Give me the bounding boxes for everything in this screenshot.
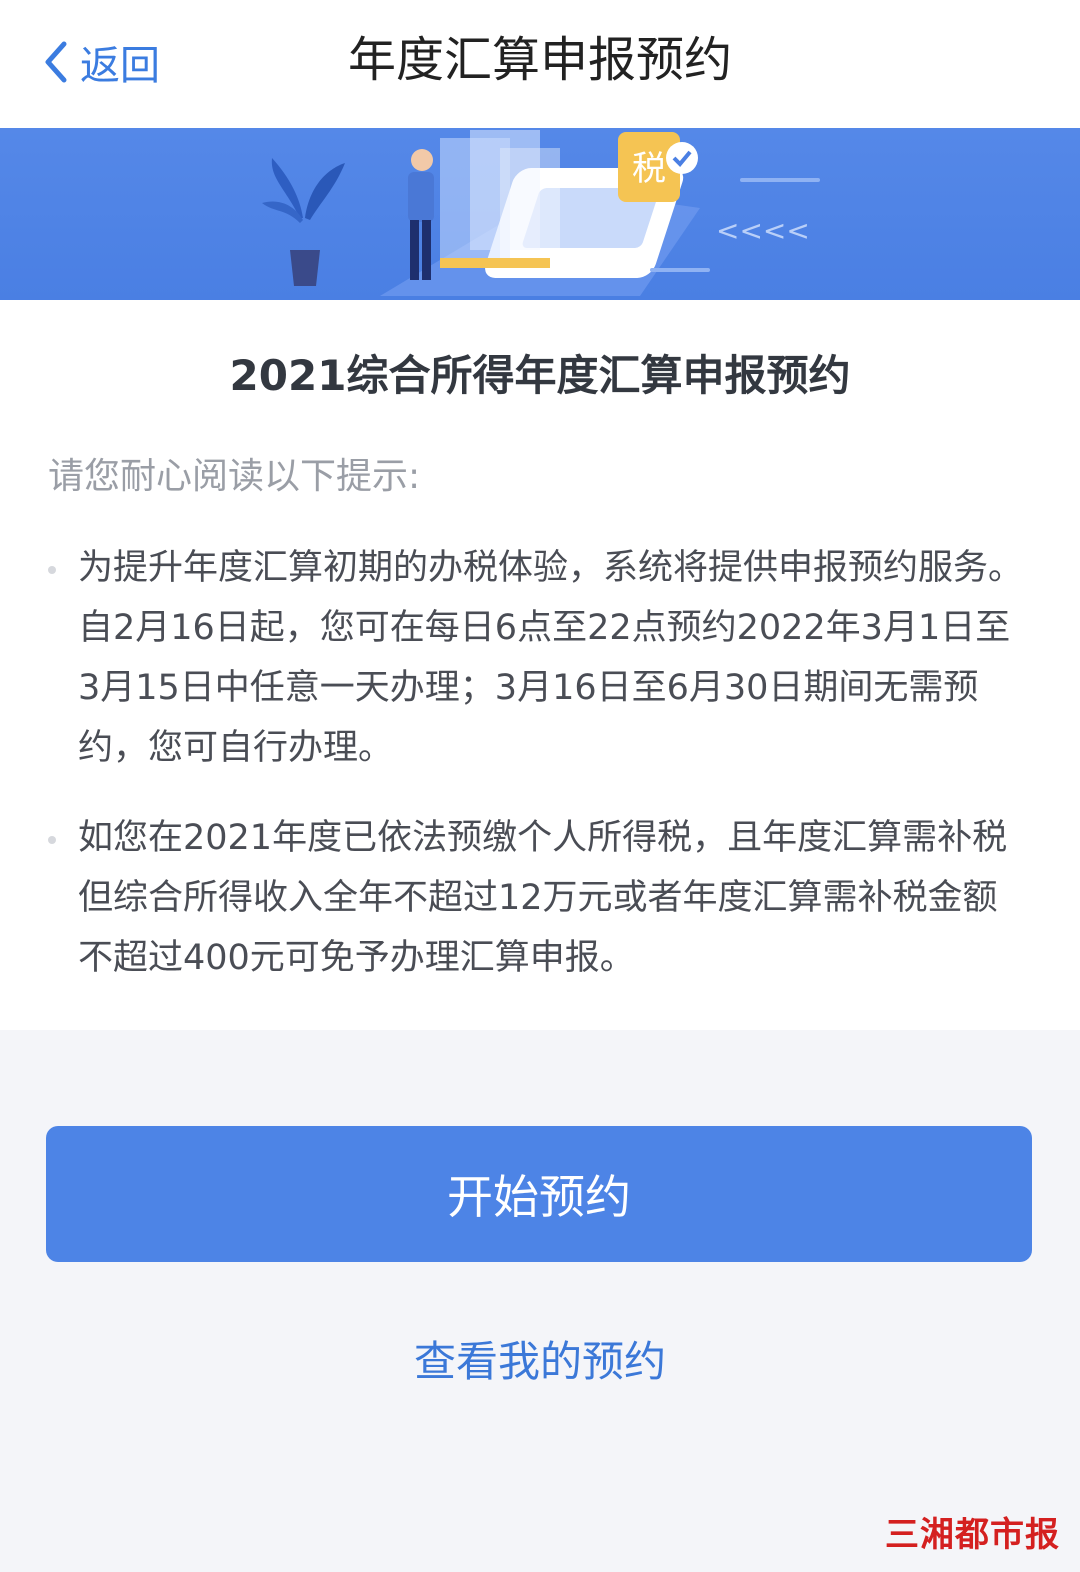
watermark-logo: 三湘都市报 <box>885 1515 1060 1555</box>
bullet-dot-icon <box>48 836 56 844</box>
top-nav-bar: 返回 年度汇算申报预约 <box>0 0 1080 128</box>
bullet-text: 为提升年度汇算初期的办税体验，系统将提供申报预约服务。自2月16日起，您可在每日… <box>78 548 1024 768</box>
view-my-reservation-link[interactable]: 查看我的预约 <box>0 1330 1080 1394</box>
bullet-dot-icon <box>48 566 56 574</box>
tax-illustration: 税 <<<< <box>262 130 820 296</box>
page-title: 年度汇算申报预约 <box>347 32 732 88</box>
banner-illustration: 税 <<<< <box>0 128 1080 300</box>
notice-title: 2021综合所得年度汇算申报预约 <box>229 351 851 400</box>
notice-hint: 请您耐心阅读以下提示: <box>48 456 421 497</box>
svg-text:税: 税 <box>632 149 666 189</box>
arrows-decoration: <<<< <box>716 214 810 247</box>
notice-card: 2021综合所得年度汇算申报预约 请您耐心阅读以下提示: 为提升年度汇算初期的办… <box>0 300 1080 1030</box>
floating-screens <box>440 130 560 258</box>
list-item: 为提升年度汇算初期的办税体验，系统将提供申报预约服务。自2月16日起，您可在每日… <box>48 538 1028 778</box>
bullet-text: 如您在2021年度已依法预缴个人所得税，且年度汇算需补税但综合所得收入全年不超过… <box>78 818 1008 978</box>
plant-icon <box>262 158 345 286</box>
start-reservation-button[interactable]: 开始预约 <box>46 1126 1032 1262</box>
tax-badge-icon: 税 <box>618 132 698 202</box>
person-illustration <box>408 149 434 280</box>
list-item: 如您在2021年度已依法预缴个人所得税，且年度汇算需补税但综合所得收入全年不超过… <box>48 808 1028 988</box>
